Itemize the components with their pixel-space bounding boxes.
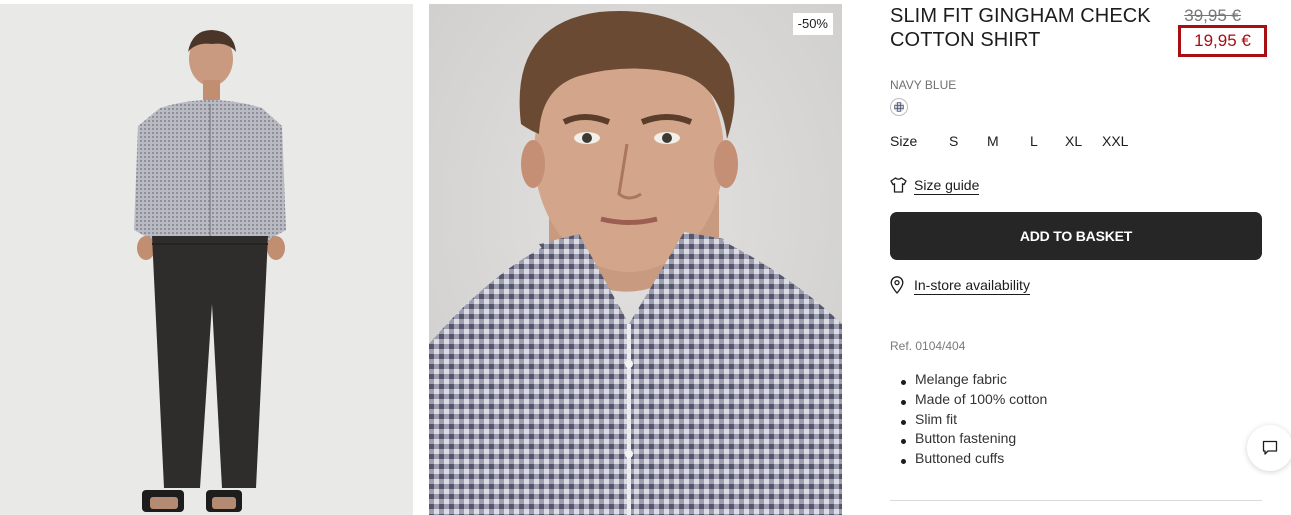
list-item: Slim fit [890, 410, 1047, 430]
location-pin-icon [890, 276, 904, 294]
color-swatch-navy-blue[interactable] [890, 98, 908, 116]
product-reference: Ref. 0104/404 [890, 339, 966, 353]
sale-price: 19,95 € [1178, 25, 1267, 57]
size-label: Size [890, 133, 918, 149]
size-guide-label: Size guide [914, 177, 980, 195]
product-info-panel: SLIM FIT GINGHAM CHECK COTTON SHIRT 39,9… [890, 0, 1270, 515]
size-option-l[interactable]: L [1030, 133, 1038, 149]
discount-badge: -50% [792, 13, 833, 35]
tshirt-icon [890, 177, 907, 193]
chat-button[interactable] [1247, 425, 1291, 471]
list-item: Buttoned cuffs [890, 449, 1047, 469]
size-option-xl[interactable]: XL [1065, 133, 1082, 149]
size-option-m[interactable]: M [987, 133, 999, 149]
product-page: -50% SLIM FIT GINGHAM CHECK COTTON SHIRT… [0, 0, 1291, 515]
size-option-xxl[interactable]: XXL [1102, 133, 1128, 149]
list-item: Melange fabric [890, 370, 1047, 390]
product-title: SLIM FIT GINGHAM CHECK COTTON SHIRT [890, 5, 1151, 51]
add-to-basket-button[interactable]: ADD TO BASKET [890, 212, 1262, 260]
original-price: 39,95 € [1184, 6, 1241, 25]
list-item: Button fastening [890, 429, 1047, 449]
color-name: NAVY BLUE [890, 78, 957, 92]
product-image-full-body[interactable] [0, 4, 413, 515]
size-option-s[interactable]: S [949, 133, 958, 149]
product-image-close-up[interactable]: -50% [429, 4, 842, 515]
in-store-availability-label: In-store availability [914, 277, 1030, 295]
model-full-body-illustration [0, 4, 413, 515]
feature-list: Melange fabric Made of 100% cotton Slim … [890, 370, 1047, 469]
model-close-up-illustration [429, 4, 842, 515]
list-item: Made of 100% cotton [890, 390, 1047, 410]
chat-bubble-icon [1262, 440, 1278, 455]
divider [890, 500, 1262, 501]
